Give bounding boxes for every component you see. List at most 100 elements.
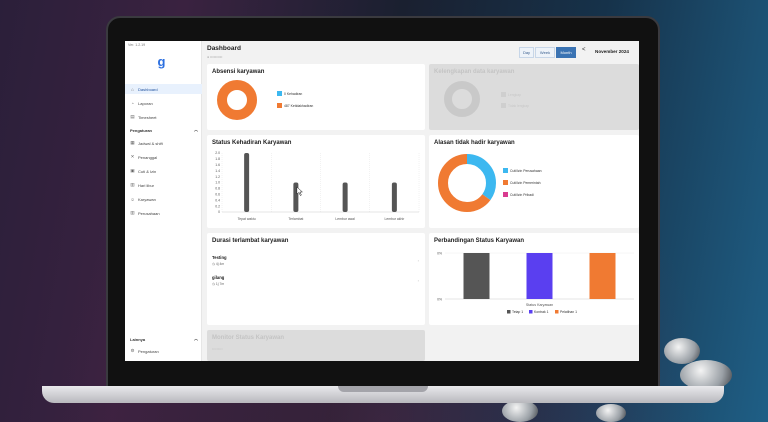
bar[interactable] — [463, 253, 490, 299]
sidebar-group-pengaturan[interactable]: Pengaturan ︿ — [125, 125, 202, 135]
alasan-donut — [438, 154, 496, 212]
month-label: November 2024 — [595, 49, 629, 54]
y-tick-label: 0% — [437, 252, 442, 256]
late-item-name: gilang — [212, 275, 225, 280]
legend-item: 487 Ketidakhadiran — [277, 103, 313, 108]
y-tick-label: 0.8 — [215, 187, 220, 191]
sidebar-item-penanggal[interactable]: ✕ Penanggal — [125, 152, 202, 162]
sidebar-item-label: Jadwal & shift — [138, 140, 163, 146]
bar[interactable] — [391, 182, 397, 213]
sidebar-item-label: Timesheet — [138, 114, 157, 120]
kelengkapan-donut — [444, 81, 480, 117]
range-month-button[interactable]: Month — [556, 47, 576, 58]
robot-decoration — [596, 404, 626, 422]
holiday-icon: ▥ — [130, 182, 135, 187]
sidebar-item-jadwal[interactable]: ▦ Jadwal & shift — [125, 138, 202, 148]
x-tick-label: Terlambat — [288, 217, 303, 221]
card-durasi-terlambat: Durasi terlambat karyawan Testing ◷ 4j 4… — [207, 233, 425, 325]
perbandingan-bar-chart: 0% 0% Status KaryawanTetap 1 Kontrak 1 Pelat… — [437, 252, 634, 314]
sidebar-item-label: Karyawan — [138, 196, 156, 202]
sidebar-item-hari-libur[interactable]: ▥ Hari libur — [125, 180, 202, 190]
y-tick-label: 1.6 — [215, 163, 220, 167]
gear-icon: ⚙ — [130, 348, 135, 353]
legend-label: Kontrak 1 — [534, 310, 549, 314]
sidebar-item-label: Dashboard — [138, 86, 158, 92]
app-screen: Ver. 1.2.19 g ⌂ Dashboard ◔ Laporan ▤ Times… — [125, 41, 639, 361]
y-tick-label: 0.4 — [215, 198, 220, 202]
y-tick-label: 0% — [437, 298, 442, 302]
sidebar-item-label: Cuti & Izin — [138, 168, 157, 174]
sidebar-group-lainnya[interactable]: Lainnya ︿ — [125, 334, 202, 344]
sidebar-item-perusahaan[interactable]: ▥ Perusahaan — [125, 208, 202, 218]
late-item[interactable]: gilang ◷ 1j 7m — [212, 275, 224, 286]
leave-icon: ▣ — [130, 168, 135, 173]
card-alasan: Alasan tidak hadir karyawan Cuti/Izin Pe… — [429, 135, 639, 228]
bar[interactable] — [526, 253, 553, 299]
card-perbandingan: Perbandingan Status Karyawan 0% 0% Status … — [429, 233, 639, 325]
late-item-duration: 4j 4m — [215, 262, 225, 266]
card-kelengkapan: Kelengkapan data karyawan Lengkap Tidak … — [429, 64, 639, 130]
y-tick-label: 2.0 — [215, 151, 220, 155]
y-tick-label: 1.0 — [215, 181, 220, 185]
sidebar-item-pengaturan[interactable]: ⚙ Pengaturan — [125, 346, 202, 356]
x-tick-label: Lembur awal — [335, 217, 355, 221]
page-subtitle: ● •••••••••• — [207, 55, 223, 59]
x-tick-label: Tepat waktu — [238, 217, 256, 221]
page-title: Dashboard — [207, 45, 241, 52]
chevron-up-icon: ︿ — [194, 127, 198, 132]
sidebar-item-label: Penanggal — [138, 154, 158, 160]
bar[interactable] — [589, 253, 616, 299]
card-title: Monitor Status Karyawan — [212, 335, 285, 341]
sidebar-item-cuti[interactable]: ▣ Cuti & Izin — [125, 166, 202, 176]
report-icon: ◔ — [131, 100, 134, 106]
chevron-left-icon[interactable]: < — [582, 47, 586, 53]
x-tick-label: Lembur akhir — [384, 217, 405, 221]
app-logo[interactable]: g — [155, 55, 168, 69]
sidebar-item-dashboard[interactable]: ⌂ Dashboard — [125, 84, 202, 94]
card-title: Durasi terlambat karyawan — [212, 238, 289, 244]
legend-item: Cuti/Izin Pribadi — [503, 192, 534, 197]
card-title: Perbandingan Status Karyawan — [434, 238, 525, 244]
range-day-button[interactable]: Day — [519, 47, 534, 58]
late-item-name: Testing — [212, 255, 227, 260]
card-absensi: Absensi karyawan 0 Kehadiran 487 Ketidak… — [207, 64, 425, 130]
absensi-donut — [217, 80, 257, 120]
legend-item: 0 Kehadiran — [277, 91, 302, 96]
legend-item: Cuti/Izin Pemerintah — [503, 180, 541, 185]
legend-item: Lengkap — [501, 92, 521, 97]
y-tick-label: 0.6 — [215, 193, 220, 197]
y-tick-label: 1.8 — [215, 157, 220, 161]
late-item[interactable]: Testing ◷ 4j 4m — [212, 255, 227, 266]
legend-swatch — [507, 310, 511, 314]
card-title: Alasan tidak hadir karyawan — [434, 140, 515, 146]
bar[interactable] — [342, 182, 348, 213]
sidebar-item-label: Pengaturan — [138, 348, 159, 354]
legend-label: Tetap 1 — [512, 310, 523, 314]
card-subtitle: ••••••••• — [212, 347, 223, 351]
calendar-icon: ▦ — [130, 140, 135, 145]
y-tick-label: 0.2 — [215, 204, 220, 208]
sidebar-item-timesheet[interactable]: ▤ Timesheet — [125, 112, 202, 122]
sidebar-item-label: Hari libur — [138, 182, 155, 188]
late-item-duration: 1j 7m — [215, 282, 225, 286]
range-week-button[interactable]: Week — [535, 47, 555, 58]
app-version: Ver. 1.2.19 — [128, 43, 146, 47]
bar[interactable] — [293, 182, 299, 213]
chevron-right-icon[interactable]: › — [418, 258, 419, 263]
card-title: Status Kehadiran Karyawan — [212, 140, 292, 146]
y-tick-label: 1.4 — [215, 169, 220, 173]
chevron-right-icon[interactable]: › — [418, 278, 419, 283]
sidebar-item-laporan[interactable]: ◔ Laporan — [125, 98, 202, 108]
legend-swatch — [529, 310, 533, 314]
status-bar-chart: 0 0.2 0.40.6 0.8 1.0 1.2 1.4 1.6 1.8 2.0 Tepat wak… — [215, 151, 420, 221]
laptop-notch — [338, 386, 428, 392]
robot-decoration — [502, 400, 538, 422]
sidebar-group-label: Lainnya — [130, 336, 146, 342]
users-icon: ☺ — [130, 196, 135, 202]
bar[interactable] — [244, 153, 250, 212]
x-axis-label: Status Karyawan — [526, 303, 553, 307]
y-tick-label: 0 — [218, 210, 220, 214]
card-status-kehadiran: Status Kehadiran Karyawan 0 0.2 0.4 0.6 0.8 1… — [207, 135, 425, 228]
chevron-up-icon: ︿ — [194, 336, 198, 341]
sidebar-item-karyawan[interactable]: ☺ Karyawan — [125, 194, 202, 204]
